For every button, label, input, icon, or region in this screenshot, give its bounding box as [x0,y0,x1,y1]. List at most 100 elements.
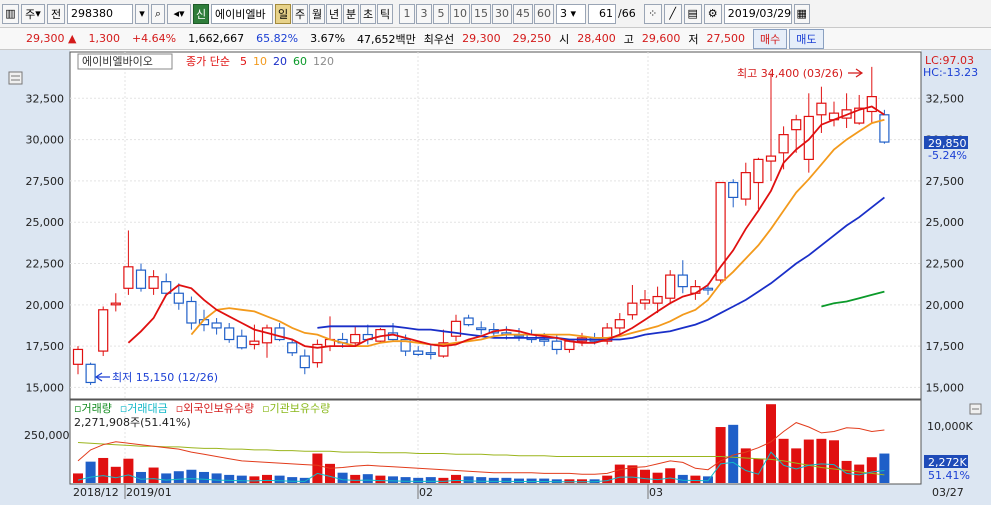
calendar-icon[interactable]: ▦ [793,3,810,24]
candle-body-56 [778,134,789,154]
y-tick-right-4: 25,000 [926,216,965,229]
volume-panel-icon[interactable] [969,403,982,415]
interval-button-60[interactable]: 60 [534,3,554,24]
chart-canvas[interactable]: 15,000 15,000 17,500 17,500 20,000 20,000 22,5… [0,50,991,505]
volume-bar-58 [803,439,814,483]
candle-body-50 [702,287,714,291]
volume-bar-48 [677,474,688,483]
candle-body-1 [85,363,96,384]
candle-body-57 [791,119,802,131]
period-button-6[interactable]: 틱 [377,3,393,24]
volume-bar-14 [249,476,260,483]
candle-body-43 [614,319,625,329]
panel-settings-icon[interactable] [8,71,23,85]
period-button-1[interactable]: 주 [292,3,308,24]
y-tick-right-1: 17,500 [926,340,965,353]
candle-body-44 [627,302,638,316]
page-input[interactable]: 61 [588,3,616,24]
volume-bar-47 [665,468,676,483]
candle-body-12 [224,327,235,341]
type-select[interactable]: 주 ▾ [21,3,45,24]
volume-bar-28 [425,477,436,483]
x-label-mar: 03 [649,486,663,499]
candle-body-4 [123,266,134,289]
draw-tool-icon[interactable]: ╱ [663,3,682,24]
volume-right-tick: 10,000K [927,420,973,433]
stock-code-input[interactable]: 298380 [67,3,133,24]
date-value: 2019/03/29 [727,7,792,20]
candle-body-58 [803,115,814,161]
y-tick-left-3: 22,500 [26,258,65,271]
chart-menu-icon[interactable]: ▥ [2,3,19,24]
interval-select[interactable]: 3 ▾ [556,3,586,24]
save-icon[interactable]: ▤ [683,3,702,24]
volume-bar-40 [577,479,587,483]
volume-bar-11 [211,473,222,483]
volume-legend-item-2: ▫외국인보유수량 [176,402,254,415]
candle-body-46 [652,295,663,304]
candle-body-18 [299,355,310,369]
volume-bar-12 [224,474,235,483]
min-price-label: 최저 15,150 (12/26) [112,371,218,384]
price-change: 1,300 [88,32,120,45]
volume-bar-36 [526,478,537,483]
turnover-rate: 3.67% [310,32,346,45]
period-button-0[interactable]: 일 [275,3,291,24]
volume-info: 2,271,908주(51.41%) [74,416,191,429]
hc-label: HC:-13.23 [923,66,978,79]
date-input[interactable]: 2019/03/29 [723,3,792,24]
interval-button-15[interactable]: 15 [471,3,491,24]
candle-body-2 [98,309,109,352]
volume-bar-26 [400,477,411,483]
volume-bar-63 [866,457,877,483]
period-button-3[interactable]: 년 [326,3,342,24]
sell-button[interactable]: 매도 [789,28,824,49]
volume-bar-61 [841,460,852,483]
buy-button[interactable]: 매수 [753,28,788,49]
search-icon[interactable]: ⌕ [151,3,165,24]
interval-button-5[interactable]: 5 [433,3,449,24]
candle-body-15 [261,327,273,344]
volume-legend-item-1: ▫거래대금 [120,402,168,415]
period-button-5[interactable]: 초 [360,3,376,24]
volume-tag-pct: 51.41% [928,469,970,482]
stock-name-field[interactable]: 에이비엘바 [211,3,273,24]
interval-button-1[interactable]: 1 [399,3,415,24]
volume-bar-35 [514,478,524,483]
best-quote-label: 최우선 [423,32,455,46]
jeon-button[interactable]: 전 [47,3,65,24]
chart-toolbar: ▥ 주 ▾ 전 298380 ▾ ⌕ ◂▾ 신 에이비엘바 일주월년분초틱 135… [0,0,991,28]
y-tick-right-7: 32,500 [926,92,965,105]
volume-bar-27 [413,477,424,483]
y-tick-right-0: 15,000 [926,381,965,394]
volume-bar-0 [73,473,83,483]
period-button-4[interactable]: 분 [343,3,359,24]
volume-bar-64 [879,453,890,483]
code-dropdown-icon[interactable]: ▾ [135,3,149,24]
candle-body-28 [425,352,436,355]
trade-volume: 1,662,667 [188,32,245,45]
interval-button-10[interactable]: 10 [450,3,470,24]
candle-body-52 [728,181,739,199]
grid-icon[interactable]: ⁘ [643,3,662,24]
y-tick-right-3: 22,500 [926,258,965,271]
candle-body-8 [173,292,184,304]
interval-button-3[interactable]: 3 [416,3,432,24]
volume-bar-46 [652,472,663,483]
candle-body-37 [539,338,550,342]
open-price: 28,400 [577,32,616,45]
x-label-right: 03/27 [932,486,964,499]
candle-body-59 [816,102,827,116]
candle-body-53 [740,172,751,200]
up-arrow-icon: ▲ [68,32,77,45]
candle-body-0 [72,348,84,365]
y-tick-left-0: 15,000 [26,381,65,394]
settings-gear-icon[interactable]: ⚙ [703,3,722,24]
ma-legend-label: 종가 단순 [186,55,230,68]
page-value: 61 [599,7,613,20]
period-button-2[interactable]: 월 [309,3,325,24]
interval-button-30[interactable]: 30 [492,3,512,24]
sound-toggle-icon[interactable]: ◂▾ [167,3,191,24]
current-price-value: 29,300 [26,32,65,45]
interval-button-45[interactable]: 45 [513,3,533,24]
